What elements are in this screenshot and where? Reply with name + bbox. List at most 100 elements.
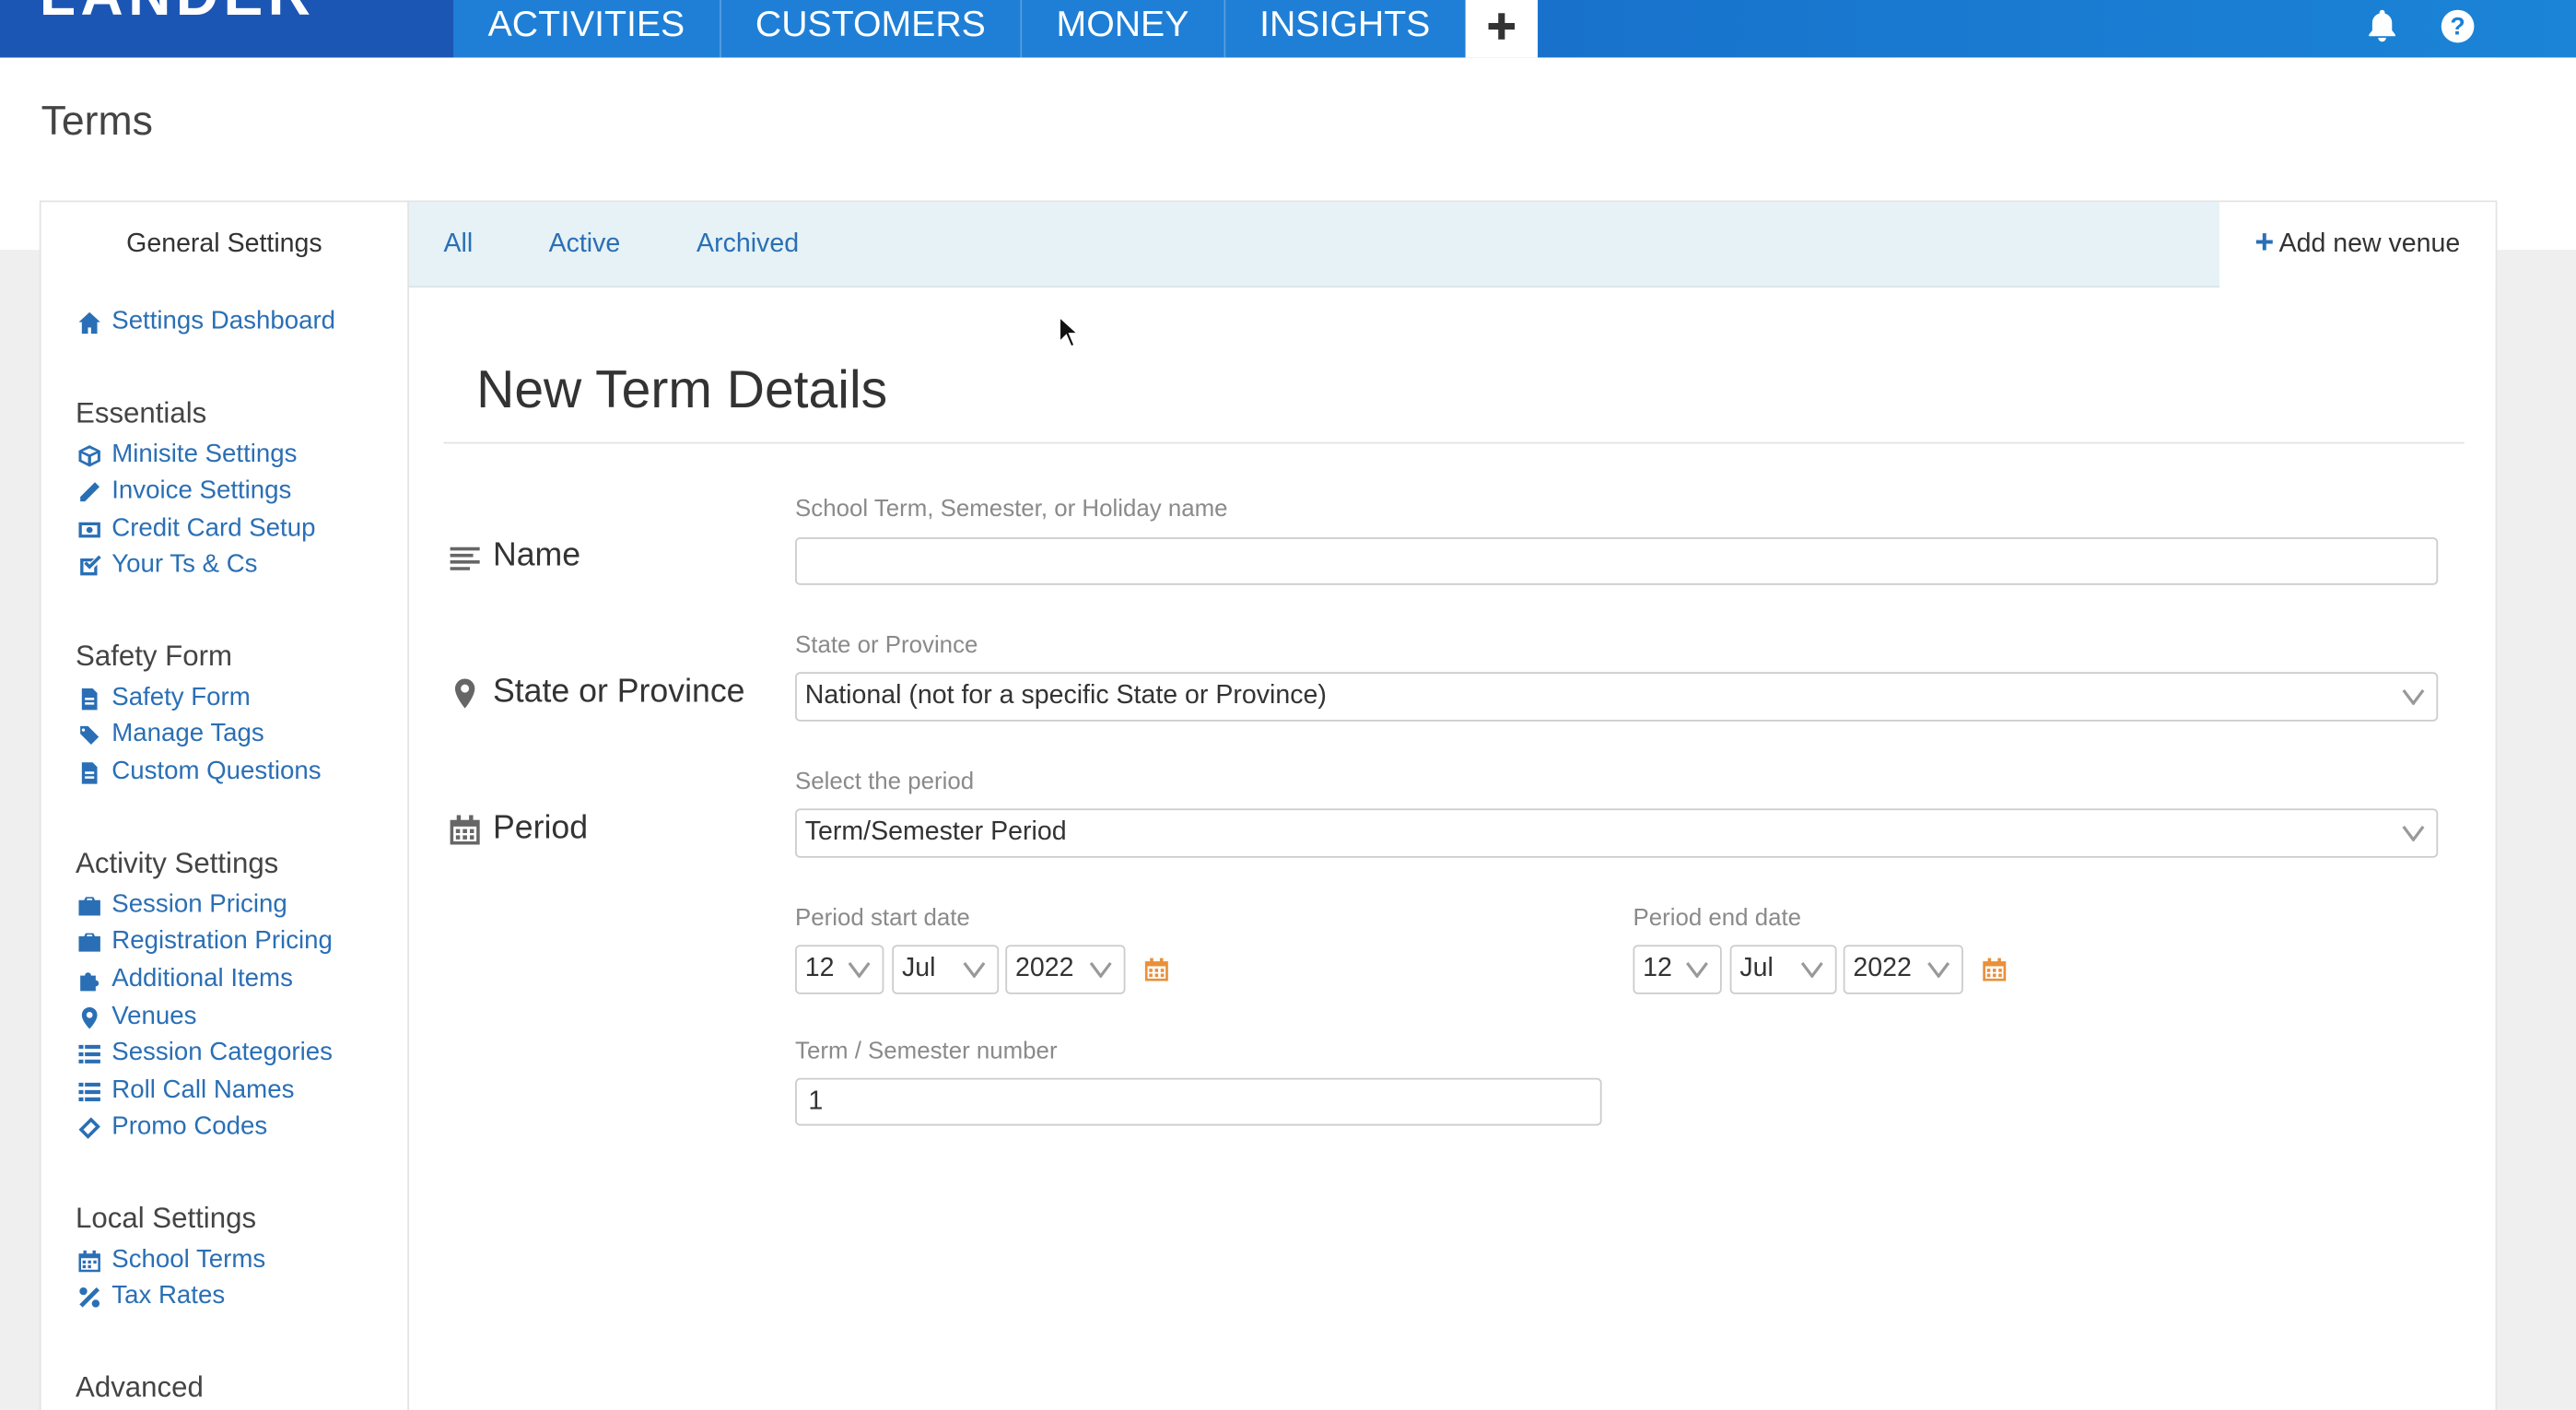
calendar-icon [450,814,480,844]
sidebar-item-label: Tax Rates [111,1281,226,1310]
tab-active[interactable]: Active [549,230,621,260]
end-day-select[interactable]: 12 [1633,945,1722,994]
start-day-select[interactable]: 12 [795,945,884,994]
list-icon [78,1081,100,1101]
sidebar-item-safety-form[interactable]: Safety Form [77,684,251,713]
app: LANDER ACTIVITIES CUSTOMERS MONEY INSIGH… [0,0,2576,1410]
logo-text: LANDER [40,0,316,29]
nav-activities[interactable]: ACTIVITIES [453,0,720,58]
sidebar-item-invoice-settings[interactable]: Invoice Settings [77,476,292,506]
sidebar-item-settings-dashboard[interactable]: Settings Dashboard [77,307,335,336]
add-new-venue-button[interactable]: + Add new venue [2219,202,2496,287]
end-month-select[interactable]: Jul [1729,945,1837,994]
chevron-down-icon [2402,688,2425,705]
period-select-value: Term/Semester Period [804,818,1067,847]
title-divider [443,441,2465,444]
form-title: New Term Details [476,359,888,419]
sidebar-section-safety-form: Safety Form [76,639,232,673]
chevron-down-icon [1927,961,1950,978]
list-icon [78,1043,100,1063]
sidebar-item-additional-items[interactable]: Additional Items [77,965,293,994]
sidebar-item-label: Your Ts & Cs [111,550,258,579]
sidebar-item-tax-rates[interactable]: Tax Rates [77,1282,225,1311]
nav-add-button[interactable] [1464,0,1538,58]
term-number-help: Term / Semester number [795,1038,1058,1065]
map-marker-icon [81,1006,98,1028]
sidebar-section-essentials: Essentials [76,395,207,429]
start-month-value: Jul [901,955,936,983]
start-year-value: 2022 [1014,955,1074,983]
calendar-icon [78,1249,100,1272]
help-icon[interactable]: ? [2438,6,2477,46]
tab-all[interactable]: All [443,230,473,260]
bell-icon[interactable] [2362,6,2402,46]
state-select-value: National (not for a specific State or Pr… [804,682,1327,711]
sidebar-item-session-categories[interactable]: Session Categories [77,1039,333,1068]
sidebar-item-promo-codes[interactable]: Promo Codes [77,1112,267,1142]
sidebar-item-label: Roll Call Names [111,1075,295,1105]
end-year-select[interactable]: 2022 [1843,945,1963,994]
sidebar-item-terms-conditions[interactable]: Your Ts & Cs [77,550,258,580]
period-label-text: Period [492,810,589,847]
sidebar-item-manage-tags[interactable]: Manage Tags [77,720,264,749]
term-number-input[interactable] [795,1077,1602,1126]
name-label: Name [449,537,580,575]
end-month-value: Jul [1739,955,1774,983]
sidebar-section-activity-settings: Activity Settings [76,846,279,879]
start-calendar-icon[interactable] [1143,957,1170,983]
state-label-text: State or Province [492,674,745,711]
nav-money[interactable]: MONEY [1020,0,1224,58]
briefcase-icon [78,932,100,951]
sidebar-item-label: Custom Questions [111,758,322,786]
sidebar-item-label: Manage Tags [111,720,264,748]
main-nav: ACTIVITIES CUSTOMERS MONEY INSIGHTS [453,0,1538,58]
align-left-icon [450,546,480,570]
chevron-down-icon [1686,961,1708,978]
state-help-text: State or Province [795,632,978,660]
settings-sidebar: General Settings Settings Dashboard Esse… [41,202,410,1410]
name-label-text: Name [492,537,581,574]
sidebar-item-roll-call-names[interactable]: Roll Call Names [77,1076,295,1106]
tags-icon [78,725,100,745]
sidebar-item-credit-card-setup[interactable]: Credit Card Setup [77,514,315,544]
start-month-select[interactable]: Jul [892,945,1000,994]
name-input[interactable] [795,537,2439,585]
end-calendar-icon[interactable] [1981,957,2008,983]
sidebar-item-label: Invoice Settings [111,476,292,505]
period-select[interactable]: Term/Semester Period [795,808,2439,858]
checkbox-icon [80,554,101,575]
sidebar-item-venues[interactable]: Venues [77,1002,197,1032]
sidebar-heading: General Settings [126,229,322,258]
state-label: State or Province [449,674,745,711]
svg-text:?: ? [2450,12,2465,40]
ticket-icon [78,1116,100,1138]
percent-icon [79,1287,100,1307]
start-year-select[interactable]: 2022 [1005,945,1126,994]
home-icon [78,311,100,334]
sidebar-item-label: Venues [111,1002,197,1031]
plus-icon [1487,13,1515,40]
sidebar-item-label: Registration Pricing [111,926,333,956]
sidebar-item-custom-questions[interactable]: Custom Questions [77,758,322,787]
sidebar-item-session-pricing[interactable]: Session Pricing [77,890,287,920]
sidebar-item-label: Minisite Settings [111,440,298,469]
state-select[interactable]: National (not for a specific State or Pr… [795,672,2439,722]
sidebar-item-registration-pricing[interactable]: Registration Pricing [77,927,333,957]
nav-insights[interactable]: INSIGHTS [1223,0,1465,58]
sidebar-item-label: Safety Form [111,683,251,712]
plus-icon: + [2254,225,2275,262]
settings-panel: General Settings Settings Dashboard Esse… [39,200,2498,1410]
sidebar-item-minisite-settings[interactable]: Minisite Settings [77,441,298,470]
end-day-value: 12 [1643,955,1672,983]
tab-archived[interactable]: Archived [697,230,799,260]
end-year-value: 2022 [1853,955,1912,983]
app-logo[interactable]: LANDER [0,0,454,58]
chevron-down-icon [1800,961,1823,978]
sidebar-item-school-terms[interactable]: School Terms [77,1246,265,1275]
sidebar-item-label: School Terms [111,1245,266,1274]
briefcase-icon [78,896,100,915]
pencil-icon [80,481,100,501]
period-start-help: Period start date [795,905,970,933]
page-title: Terms [41,98,153,145]
nav-customers[interactable]: CUSTOMERS [719,0,1021,58]
